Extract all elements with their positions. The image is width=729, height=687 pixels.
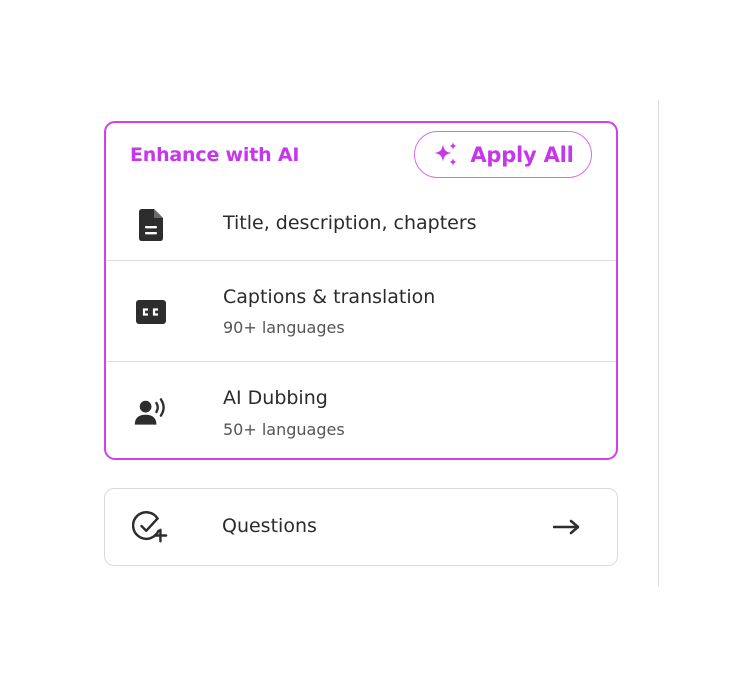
enhance-item-label: Title, description, chapters [223, 212, 477, 234]
questions-label: Questions [222, 515, 317, 537]
arrow-right-icon[interactable] [553, 515, 581, 539]
vertical-divider [658, 100, 659, 586]
enhance-item-label: AI Dubbing [223, 387, 328, 409]
enhance-panel-title: Enhance with AI [130, 144, 300, 166]
enhance-item-captions-translation[interactable]: Captions & translation 90+ languages [106, 261, 616, 362]
enhance-item-sublabel: 50+ languages [223, 420, 345, 439]
enhance-item-sublabel: 90+ languages [223, 318, 345, 337]
apply-all-button[interactable]: Apply All [414, 131, 592, 178]
apply-all-label: Apply All [470, 142, 574, 167]
check-circle-plus-icon [132, 509, 168, 545]
enhance-item-title-description[interactable]: Title, description, chapters [106, 191, 616, 261]
questions-card[interactable]: Questions [104, 488, 618, 566]
sparkle-icon [432, 141, 460, 169]
enhance-item-ai-dubbing[interactable]: AI Dubbing 50+ languages [106, 362, 616, 458]
enhance-with-ai-panel: Enhance with AI Apply All Title, descrip… [104, 121, 618, 460]
enhance-panel-header: Enhance with AI Apply All [106, 123, 616, 191]
closed-captions-icon [133, 294, 169, 330]
enhance-item-label: Captions & translation [223, 286, 436, 308]
voice-speaker-icon [133, 394, 169, 430]
document-icon [133, 207, 169, 243]
page: Enhance with AI Apply All Title, descrip… [0, 0, 729, 687]
